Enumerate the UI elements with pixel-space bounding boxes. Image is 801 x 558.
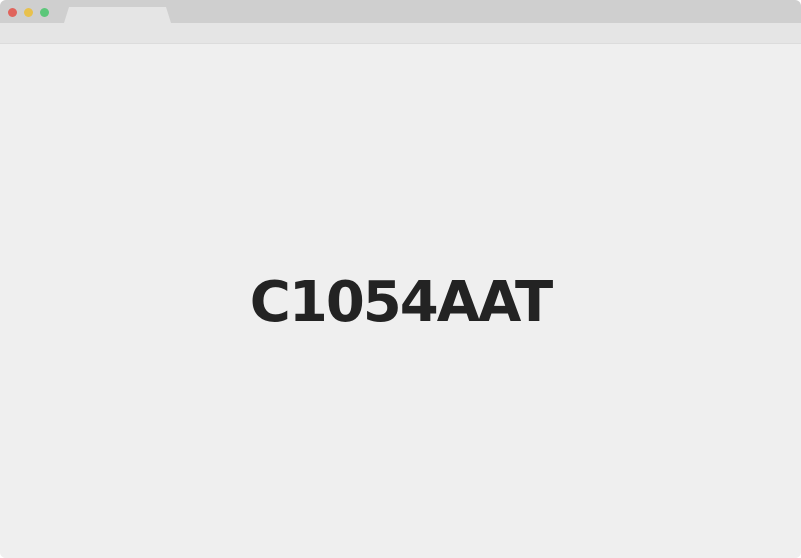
title-bar	[0, 0, 801, 23]
maximize-window-button[interactable]	[40, 8, 49, 17]
page-content: C1054AAT	[0, 44, 801, 558]
close-window-button[interactable]	[8, 8, 17, 17]
browser-window: C1054AAT	[0, 0, 801, 558]
minimize-window-button[interactable]	[24, 8, 33, 17]
browser-tab[interactable]	[64, 7, 171, 23]
page-heading: C1054AAT	[249, 270, 554, 335]
browser-toolbar	[0, 23, 801, 44]
